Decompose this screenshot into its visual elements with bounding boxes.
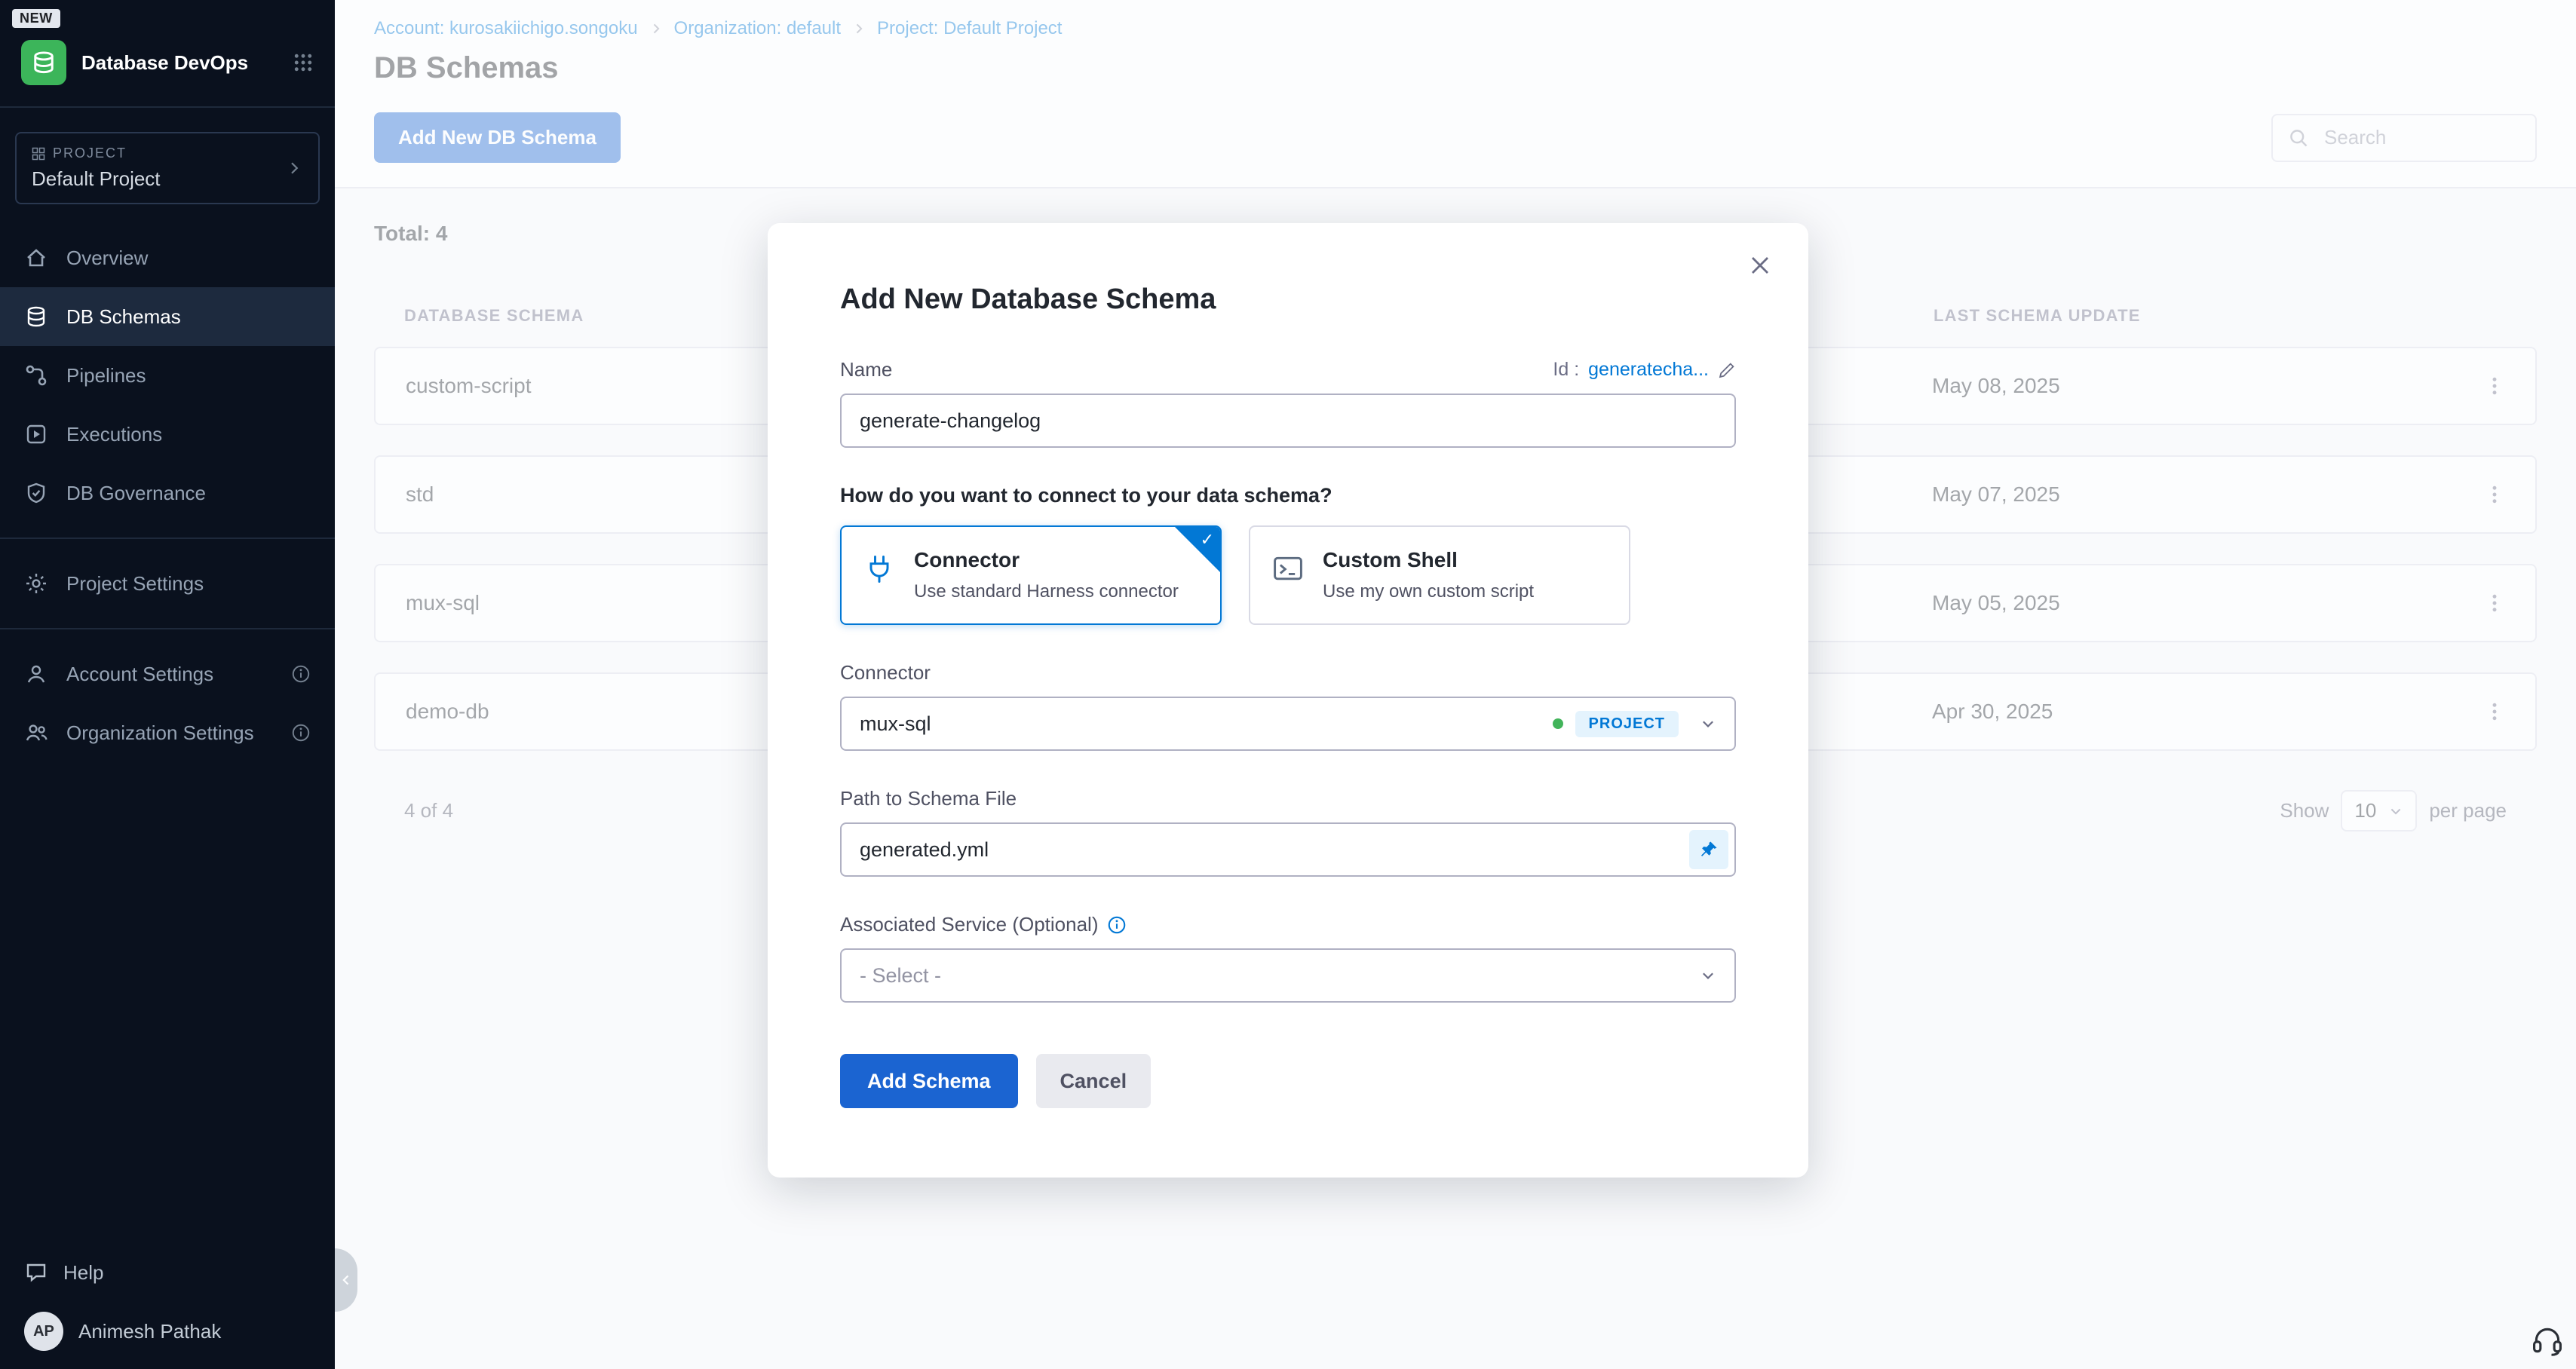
user-name: Animesh Pathak <box>78 1320 221 1343</box>
add-schema-submit-button[interactable]: Add Schema <box>840 1054 1018 1108</box>
scope-tag: PROJECT <box>1575 711 1679 737</box>
nav-label: Overview <box>66 247 148 270</box>
help-button[interactable]: Help <box>24 1245 311 1300</box>
new-badge: NEW <box>12 9 60 28</box>
divider <box>0 537 335 539</box>
chevron-right-icon <box>285 159 303 177</box>
project-label: PROJECT <box>53 145 127 161</box>
service-select[interactable]: - Select - <box>840 948 1736 1003</box>
executions-icon <box>24 422 48 446</box>
close-icon[interactable] <box>1748 253 1772 277</box>
sidebar-item-executions[interactable]: Executions <box>0 405 335 464</box>
sidebar-item-overview[interactable]: Overview <box>0 228 335 287</box>
gear-icon <box>24 571 48 596</box>
home-icon <box>24 246 48 270</box>
service-field-header: Associated Service (Optional) <box>840 913 1736 936</box>
cancel-button[interactable]: Cancel <box>1036 1054 1152 1108</box>
option-text: Connector Use standard Harness connector <box>914 548 1179 602</box>
pin-icon[interactable] <box>1689 830 1728 869</box>
nav-label: DB Governance <box>66 482 206 505</box>
service-label: Associated Service (Optional) <box>840 913 1098 936</box>
shield-icon <box>24 481 48 505</box>
option-text: Custom Shell Use my own custom script <box>1323 548 1534 602</box>
support-headset-icon[interactable] <box>2531 1324 2564 1363</box>
project-selector[interactable]: PROJECT Default Project <box>15 132 320 204</box>
option-connector-card[interactable]: ✓ Connector Use standard Harness connect… <box>840 525 1222 625</box>
nav-label: Pipelines <box>66 364 146 387</box>
connector-value: mux-sql <box>860 712 1553 736</box>
harness-logo <box>21 40 66 85</box>
option-title: Custom Shell <box>1323 548 1534 572</box>
app-title: Database DevOps <box>81 51 278 75</box>
sidebar-item-organization-settings[interactable]: Organization Settings <box>0 703 335 762</box>
account-icon <box>24 662 48 686</box>
edit-pencil-icon[interactable] <box>1718 361 1736 379</box>
status-dot <box>1553 718 1563 729</box>
option-subtitle: Use my own custom script <box>1323 581 1534 602</box>
nav-label: Executions <box>66 423 162 446</box>
name-field-header: Name Id : generatecha... <box>840 358 1736 381</box>
modal-title: Add New Database Schema <box>840 283 1736 316</box>
sidebar-item-account-settings[interactable]: Account Settings <box>0 645 335 703</box>
chevron-down-icon <box>1700 967 1716 984</box>
add-schema-modal: Add New Database Schema Name Id : genera… <box>768 223 1808 1178</box>
avatar: AP <box>24 1312 63 1351</box>
service-value: - Select - <box>860 964 1700 988</box>
sidebar: NEW Database DevOps PROJECT Default Proj… <box>0 0 335 1369</box>
id-value-link[interactable]: generatecha... <box>1588 359 1709 381</box>
info-icon[interactable] <box>291 723 311 743</box>
plug-icon <box>863 553 896 586</box>
sidebar-nav: Overview DB Schemas Pipelines Executions… <box>0 228 335 522</box>
sidebar-item-project-settings[interactable]: Project Settings <box>0 554 335 613</box>
connect-question: How do you want to connect to your data … <box>840 484 1736 507</box>
nav-label: DB Schemas <box>66 305 181 329</box>
connector-label: Connector <box>840 661 1736 684</box>
nav-label: Project Settings <box>66 572 204 596</box>
sidebar-item-db-governance[interactable]: DB Governance <box>0 464 335 522</box>
database-icon <box>24 305 48 329</box>
project-meta: PROJECT Default Project <box>32 145 285 191</box>
organization-icon <box>24 721 48 745</box>
chevron-down-icon <box>1700 715 1716 732</box>
id-prefix: Id : <box>1553 359 1579 381</box>
option-custom-shell-card[interactable]: Custom Shell Use my own custom script <box>1249 525 1630 625</box>
user-menu[interactable]: AP Animesh Pathak <box>24 1312 311 1351</box>
connection-options: ✓ Connector Use standard Harness connect… <box>840 525 1736 625</box>
pipelines-icon <box>24 363 48 387</box>
path-label: Path to Schema File <box>840 787 1736 810</box>
app-root: NEW Database DevOps PROJECT Default Proj… <box>0 0 2576 1369</box>
option-subtitle: Use standard Harness connector <box>914 581 1179 602</box>
help-chat-icon <box>24 1260 48 1285</box>
schema-name-input[interactable] <box>840 394 1736 448</box>
project-scope-icon <box>32 147 45 161</box>
modal-actions: Add Schema Cancel <box>840 1054 1736 1108</box>
nav-label: Organization Settings <box>66 721 254 745</box>
schema-path-input[interactable] <box>840 822 1736 877</box>
name-label: Name <box>840 358 892 381</box>
divider <box>0 628 335 629</box>
terminal-icon <box>1271 553 1305 586</box>
app-header: Database DevOps <box>0 28 335 108</box>
help-label: Help <box>63 1261 103 1285</box>
info-icon[interactable] <box>1107 915 1127 935</box>
nav-label: Account Settings <box>66 663 213 686</box>
project-name: Default Project <box>32 167 285 191</box>
sidebar-bottom: Help AP Animesh Pathak <box>0 1245 335 1369</box>
check-icon: ✓ <box>1201 530 1214 550</box>
connector-select[interactable]: mux-sql PROJECT <box>840 697 1736 751</box>
path-field <box>840 822 1736 877</box>
id-row: Id : generatecha... <box>1553 359 1736 381</box>
sidebar-item-pipelines[interactable]: Pipelines <box>0 346 335 405</box>
info-icon[interactable] <box>291 664 311 684</box>
option-title: Connector <box>914 548 1179 572</box>
module-grid-icon[interactable] <box>293 52 314 73</box>
sidebar-item-db-schemas[interactable]: DB Schemas <box>0 287 335 346</box>
